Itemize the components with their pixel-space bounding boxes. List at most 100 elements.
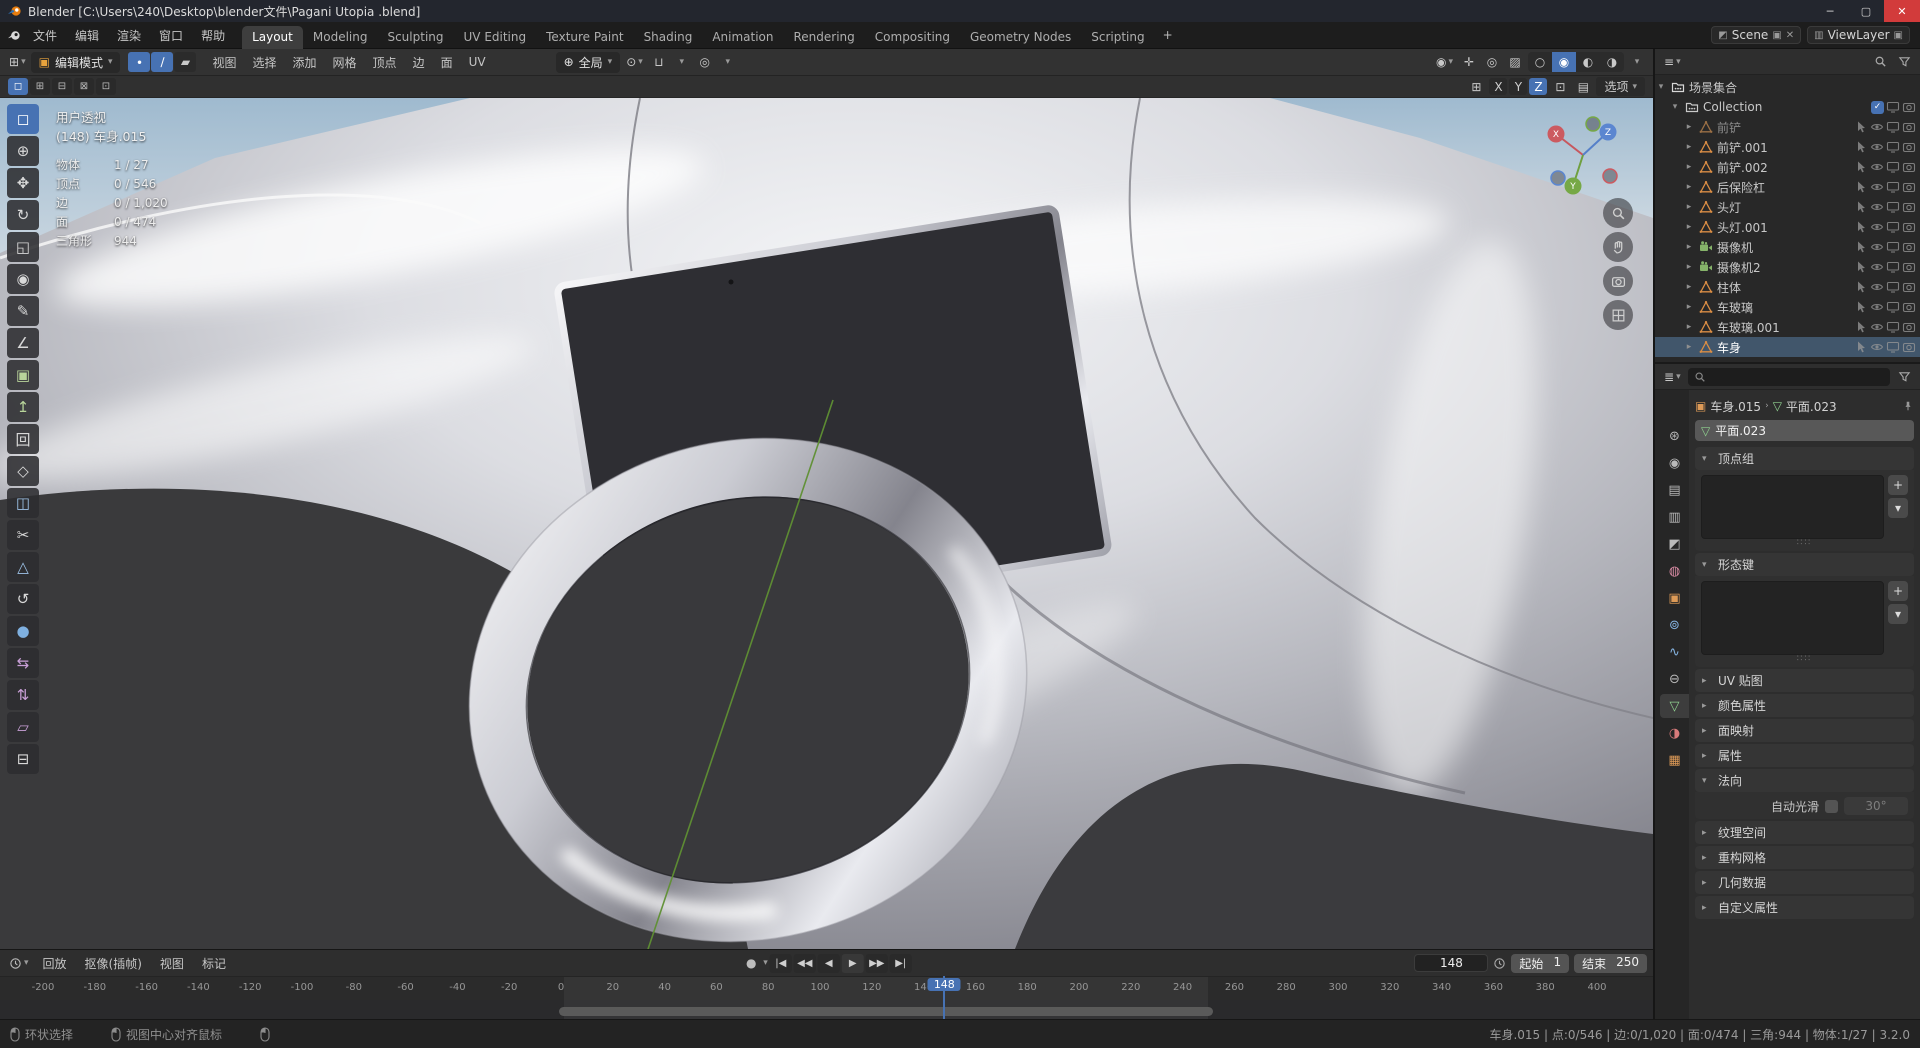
- disclosure-icon[interactable]: ▸: [1683, 162, 1695, 172]
- shading-wireframe[interactable]: ○: [1528, 52, 1552, 72]
- ortho-toggle-button[interactable]: [1603, 300, 1633, 330]
- properties-tab-modifiers[interactable]: ⊚: [1660, 613, 1689, 637]
- editor-type-button[interactable]: ⊞ ▾: [6, 52, 29, 72]
- outliner-row-头灯.001[interactable]: ▸ 头灯.001: [1655, 217, 1920, 237]
- viewport-menu-网格[interactable]: 网格: [325, 51, 365, 74]
- tool-shrink-fatten[interactable]: ⇅: [7, 680, 39, 710]
- workspace-tab-sculpting[interactable]: Sculpting: [377, 26, 453, 49]
- render-disable-toggle-icon[interactable]: [1902, 200, 1916, 214]
- hide-toggle-eye-icon[interactable]: [1870, 300, 1884, 314]
- timeline-scrollbar[interactable]: [558, 1007, 1214, 1016]
- viewport-disable-toggle-icon[interactable]: [1886, 340, 1900, 354]
- properties-tab-scene[interactable]: ◩: [1660, 532, 1689, 556]
- panel-header-顶点组[interactable]: ▾ 顶点组: [1695, 447, 1914, 470]
- playhead[interactable]: 148: [927, 976, 961, 1019]
- shading-dropdown[interactable]: ▾: [1627, 52, 1647, 72]
- mode-dropdown[interactable]: ▣ 编辑模式 ▾: [30, 51, 121, 73]
- render-disable-toggle-icon[interactable]: [1902, 100, 1916, 114]
- auto-smooth-checkbox[interactable]: [1825, 799, 1838, 813]
- properties-tab-tool[interactable]: ⊛: [1660, 424, 1689, 448]
- pan-button[interactable]: [1603, 232, 1633, 262]
- transport-1[interactable]: ◀◀: [793, 953, 816, 973]
- breadcrumb-object[interactable]: 车身.015: [1710, 398, 1761, 415]
- panel-header-纹理空间[interactable]: ▸ 纹理空间: [1695, 821, 1914, 844]
- viewport-disable-toggle-icon[interactable]: [1886, 300, 1900, 314]
- snap-dropdown[interactable]: ▾: [672, 52, 692, 72]
- workspace-tab-uv-editing[interactable]: UV Editing: [454, 26, 537, 49]
- maximize-button[interactable]: ▢: [1848, 0, 1884, 22]
- pin-icon[interactable]: [1902, 400, 1914, 412]
- selectable-toggle-icon[interactable]: [1854, 200, 1868, 214]
- mirror-axis-X[interactable]: X: [1489, 78, 1508, 95]
- timeline-tracks[interactable]: [0, 1000, 1653, 1019]
- outliner-editor-type-button[interactable]: ≡ ▾: [1661, 52, 1684, 72]
- workspace-tab-scripting[interactable]: Scripting: [1081, 26, 1154, 49]
- viewport-menu-UV[interactable]: UV: [461, 52, 494, 72]
- selectable-toggle-icon[interactable]: [1854, 280, 1868, 294]
- workspace-tab-animation[interactable]: Animation: [702, 26, 783, 49]
- workspace-tab-texture-paint[interactable]: Texture Paint: [536, 26, 633, 49]
- selectable-toggle-icon[interactable]: [1854, 220, 1868, 234]
- breadcrumb-data[interactable]: 平面.023: [1786, 398, 1837, 415]
- viewport-menu-边[interactable]: 边: [405, 51, 433, 74]
- hide-toggle-eye-icon[interactable]: [1870, 320, 1884, 334]
- transport-3[interactable]: ▶: [841, 953, 864, 973]
- render-disable-toggle-icon[interactable]: [1902, 320, 1916, 334]
- disclosure-icon[interactable]: ▾: [1669, 102, 1681, 112]
- shading-solid[interactable]: ◉: [1552, 52, 1576, 72]
- properties-tab-object-data[interactable]: ▽: [1660, 694, 1689, 718]
- new-scene-icon[interactable]: ▣: [1772, 30, 1781, 41]
- timeline-menu-抠像(插帧)[interactable]: 抠像(插帧): [76, 952, 151, 975]
- tool-poly-build[interactable]: △: [7, 552, 39, 582]
- panel-header-形态键[interactable]: ▾ 形态键: [1695, 553, 1914, 576]
- unlink-scene-icon[interactable]: ✕: [1786, 30, 1794, 41]
- proportional-editing-toggle[interactable]: ◎: [695, 52, 715, 72]
- proportional-dropdown[interactable]: ▾: [718, 52, 738, 72]
- properties-tab-render[interactable]: ◉: [1660, 451, 1689, 475]
- viewport-disable-toggle-icon[interactable]: [1886, 180, 1900, 194]
- workspace-tab-rendering[interactable]: Rendering: [784, 26, 865, 49]
- new-viewlayer-icon[interactable]: ▣: [1894, 30, 1903, 41]
- properties-editor-type-button[interactable]: ≣ ▾: [1661, 367, 1684, 387]
- disclosure-icon[interactable]: ▸: [1683, 222, 1695, 232]
- selectable-toggle-icon[interactable]: [1854, 340, 1868, 354]
- panel-header-颜色属性[interactable]: ▸ 颜色属性: [1695, 694, 1914, 717]
- timeline-ruler[interactable]: -200 -180 -160 -140 -120 -100 -80 -60 -40 -20 0 20 4…: [0, 976, 1653, 1000]
- select-mode-edge[interactable]: ∕: [151, 52, 174, 72]
- viewport-disable-toggle-icon[interactable]: [1886, 320, 1900, 334]
- collection-checkbox[interactable]: ✓: [1871, 100, 1884, 114]
- properties-filter-icon[interactable]: [1894, 367, 1914, 387]
- viewport-disable-toggle-icon[interactable]: [1886, 260, 1900, 274]
- mirror-axis-Y[interactable]: Y: [1509, 78, 1528, 95]
- viewport-disable-toggle-icon[interactable]: [1886, 220, 1900, 234]
- render-disable-toggle-icon[interactable]: [1902, 160, 1916, 174]
- scene-render[interactable]: X Z Y: [0, 98, 1653, 949]
- outliner-row-车身[interactable]: ▸ 车身: [1655, 337, 1920, 357]
- panel-header-法向[interactable]: ▾ 法向: [1695, 769, 1914, 792]
- panel-header-UV 贴图[interactable]: ▸ UV 贴图: [1695, 669, 1914, 692]
- selectable-toggle-icon[interactable]: [1854, 320, 1868, 334]
- disclosure-icon[interactable]: ▸: [1683, 142, 1695, 152]
- workspace-tab-layout[interactable]: Layout: [242, 25, 303, 49]
- outliner-row-前铲[interactable]: ▸ 前铲: [1655, 117, 1920, 137]
- tool-spin[interactable]: ↺: [7, 584, 39, 614]
- outliner-row-前铲.002[interactable]: ▸ 前铲.002: [1655, 157, 1920, 177]
- render-disable-toggle-icon[interactable]: [1902, 340, 1916, 354]
- workspace-tab-geometry-nodes[interactable]: Geometry Nodes: [960, 26, 1081, 49]
- shading-rendered[interactable]: ◑: [1600, 52, 1624, 72]
- disclosure-icon[interactable]: ▸: [1683, 182, 1695, 192]
- select-op-0[interactable]: ◻: [8, 78, 28, 95]
- tool-cursor[interactable]: ⊕: [7, 136, 39, 166]
- outliner-row-摄像机2[interactable]: ▸ 摄像机2: [1655, 257, 1920, 277]
- hide-toggle-eye-icon[interactable]: [1870, 180, 1884, 194]
- outliner-search-icon[interactable]: [1870, 52, 1890, 72]
- hide-toggle-eye-icon[interactable]: [1870, 340, 1884, 354]
- viewport-disable-toggle-icon[interactable]: [1886, 100, 1900, 114]
- menu-渲染[interactable]: 渲染: [108, 24, 150, 47]
- current-frame-field[interactable]: 148: [1414, 954, 1489, 972]
- transport-4[interactable]: ▶▶: [865, 953, 888, 973]
- tool-scale[interactable]: ◱: [7, 232, 39, 262]
- tool-add-cube[interactable]: ▣: [7, 360, 39, 390]
- show-object-types-dropdown[interactable]: ◉ ▾: [1433, 52, 1456, 72]
- tool-extrude-region[interactable]: ↥: [7, 392, 39, 422]
